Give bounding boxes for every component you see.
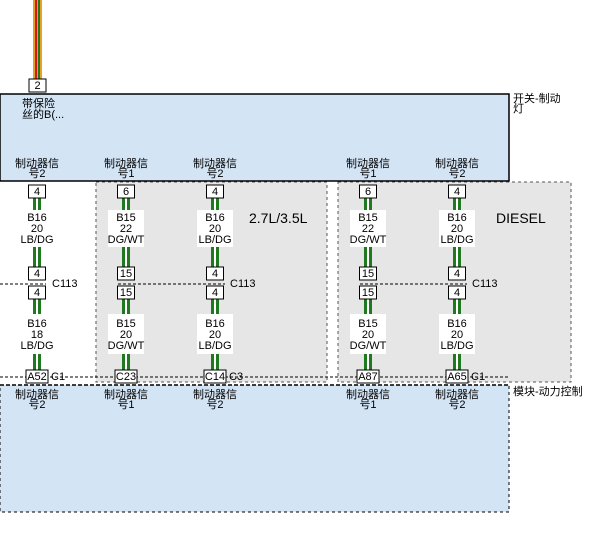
wire-segment-stripe	[36, 298, 38, 314]
wire-color: LB/DG	[198, 234, 231, 246]
bottom-signal-label: 号1	[359, 398, 376, 411]
wire-segment-stripe	[456, 298, 458, 314]
pcm-connector-label: C1	[471, 371, 485, 383]
switch-pin-number: 2	[34, 80, 40, 92]
wire-segment-stripe	[214, 198, 216, 210]
splice-connector-label: C113	[230, 278, 255, 290]
bottom-signal-label: 号1	[117, 398, 134, 411]
wire-color: LB/DG	[20, 234, 53, 246]
wire-segment-stripe	[214, 354, 216, 370]
wire-segment-stripe	[125, 247, 127, 268]
pcm-connector-label: C1	[51, 371, 65, 383]
bottom-signal-label: 号2	[28, 398, 45, 411]
wire-segment-stripe	[367, 247, 369, 268]
wire-color: DG/WT	[108, 234, 145, 246]
pcm-pin-box-number: A87	[358, 371, 378, 383]
wire-segment-stripe	[367, 298, 369, 314]
fuse-text-line-2: 丝的B(...	[22, 107, 64, 121]
top-signal-label: 号2	[448, 167, 465, 180]
splice-pin-lower-box-number: 15	[362, 287, 374, 299]
pcm-connector-label: C3	[229, 371, 243, 383]
top-pin-box-number: 6	[123, 186, 129, 198]
wire-color: LB/DG	[440, 340, 473, 352]
wire-segment-stripe	[36, 198, 38, 210]
top-signal-label: 号1	[359, 167, 376, 180]
engine-label-diesel: DIESEL	[496, 210, 546, 226]
splice-pin-lower-box-number: 4	[34, 287, 40, 299]
wire-color: DG/WT	[108, 340, 145, 352]
wire-color: DG/WT	[350, 340, 387, 352]
bottom-signal-label: 号2	[448, 398, 465, 411]
pcm-pin-box-number: A52	[27, 371, 47, 383]
circuit-c1[interactable]: 制动器信号24B1620LB/DG44C113B1618LB/DGA52 C1制动…	[15, 157, 77, 411]
pcm-module[interactable]	[0, 384, 510, 513]
wire-segment-stripe	[125, 354, 127, 370]
wire-color: LB/DG	[440, 234, 473, 246]
splice-pin-upper-box-number: 15	[362, 268, 374, 280]
pcm-name: 模块-动力控制	[513, 384, 583, 398]
wire-segment-stripe	[456, 198, 458, 210]
splice-pin-upper-box-number: 4	[34, 268, 40, 280]
splice-pin-upper-box-number: 4	[212, 268, 218, 280]
wiring-diagram: 2 带保险 丝的B(... 开关-制动 灯 模块-动力控制 2.7L/3.5L …	[0, 0, 583, 513]
wire-segment-stripe	[367, 354, 369, 370]
switch-name-line-2: 灯	[513, 102, 524, 115]
splice-connector-label: C113	[472, 278, 497, 290]
wire-segment-stripe	[456, 247, 458, 268]
pcm-pin-box-number: C23	[116, 371, 136, 383]
top-pin-box-number: 4	[34, 186, 40, 198]
wire-segment-stripe	[214, 298, 216, 314]
wire-segment-stripe	[36, 247, 38, 268]
top-pin-box-number: 4	[212, 186, 218, 198]
splice-pin-upper-box-number: 4	[454, 268, 460, 280]
top-signal-label: 号2	[206, 167, 223, 180]
splice-pin-upper-box-number: 15	[120, 268, 132, 280]
wire-segment-stripe	[125, 298, 127, 314]
pcm-pin-box-number: C14	[205, 371, 225, 383]
top-pin-box-number: 6	[365, 186, 371, 198]
fuse-text-line-1: 带保险	[22, 96, 55, 110]
top-signal-label: 号2	[28, 167, 45, 180]
wire-segment-stripe	[367, 198, 369, 210]
wire-color: LB/DG	[198, 340, 231, 352]
bottom-signal-label: 号2	[206, 398, 223, 411]
engine-label-gas: 2.7L/3.5L	[249, 210, 308, 226]
splice-connector-label: C113	[52, 278, 77, 290]
splice-pin-lower-box-number: 15	[120, 287, 132, 299]
splice-pin-lower-box-number: 4	[454, 287, 460, 299]
wire-color: DG/WT	[350, 234, 387, 246]
wire-color: LB/DG	[20, 340, 53, 352]
wire-segment-stripe	[456, 354, 458, 370]
input-wire	[33, 0, 42, 79]
top-pin-box-number: 4	[454, 186, 460, 198]
brake-switch-module[interactable]	[0, 93, 510, 182]
wire-segment-stripe	[36, 354, 38, 370]
splice-pin-lower-box-number: 4	[212, 287, 218, 299]
wire-segment-stripe	[214, 247, 216, 268]
top-signal-label: 号1	[117, 167, 134, 180]
wire-segment-stripe	[125, 198, 127, 210]
pcm-pin-box-number: A65	[447, 371, 467, 383]
